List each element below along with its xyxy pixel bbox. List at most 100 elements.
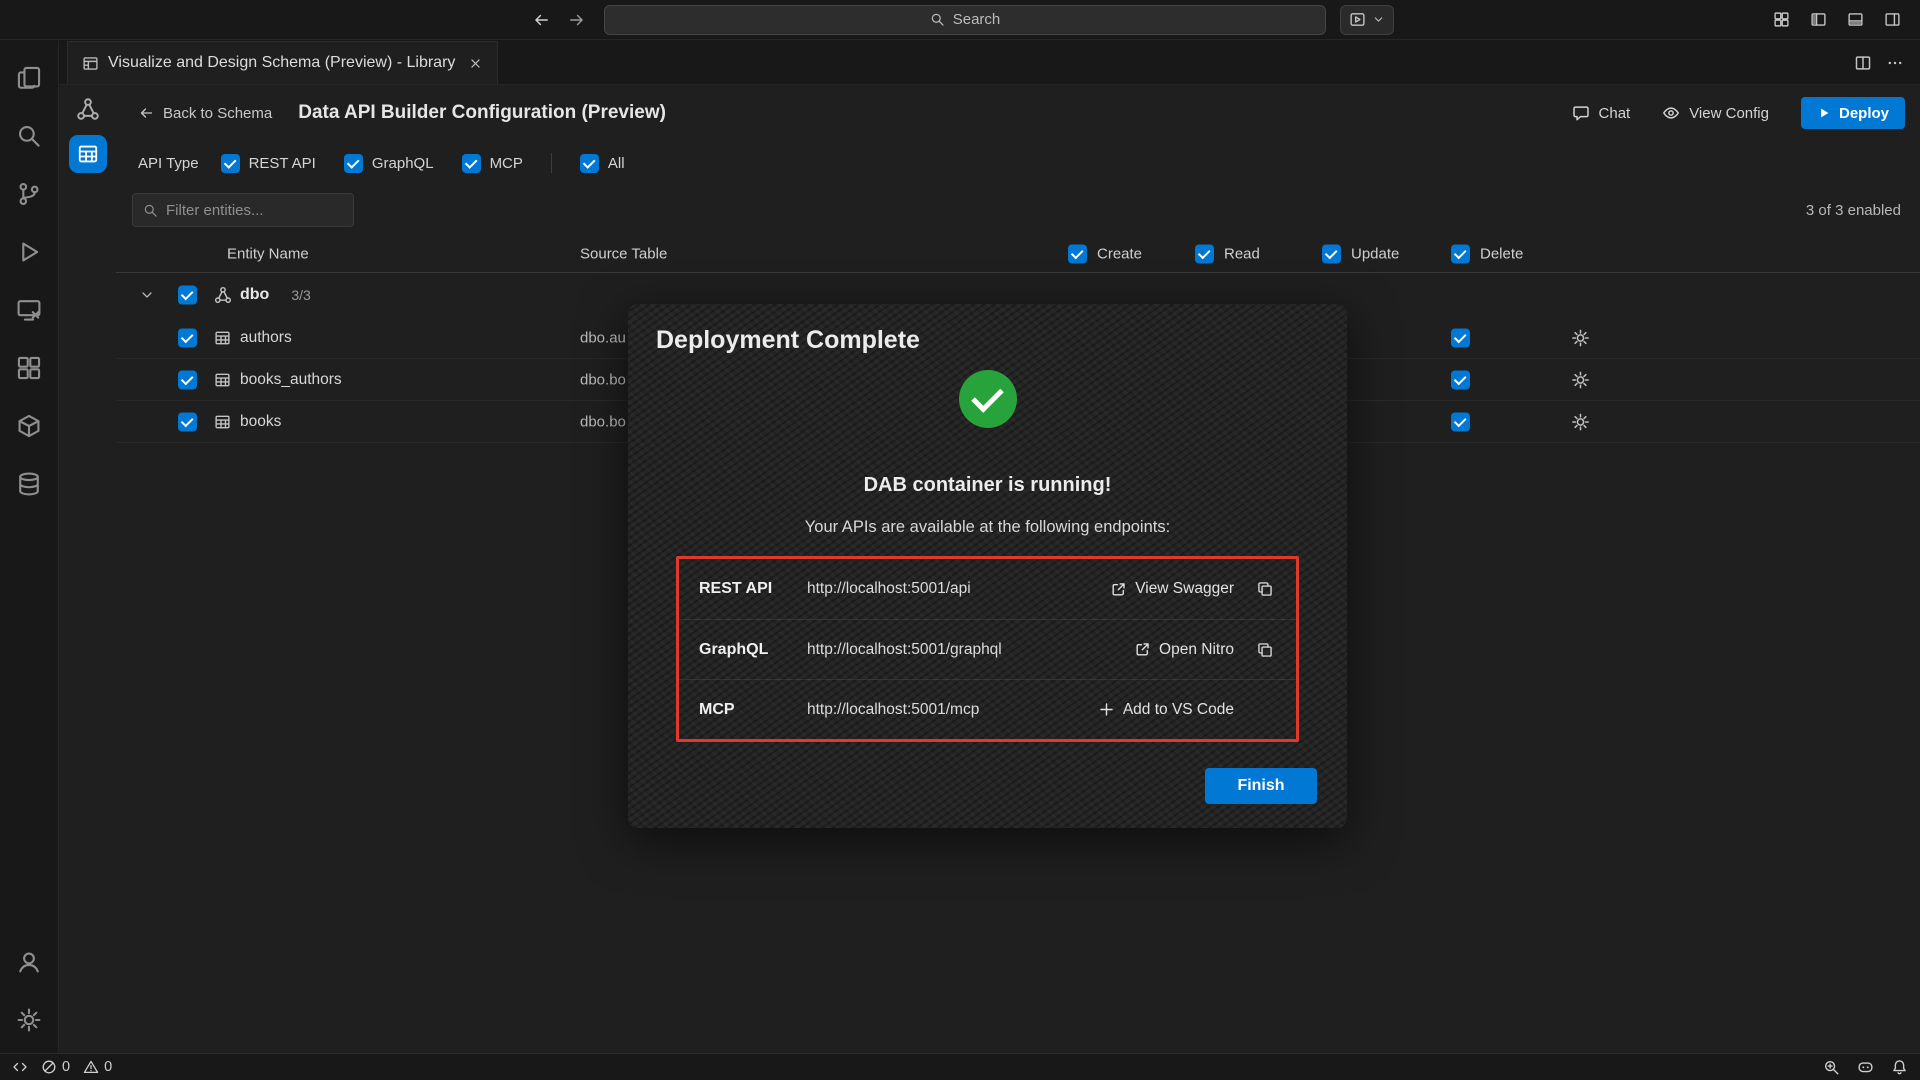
endpoint-row-rest: REST API http://localhost:5001/api View … [679,559,1296,619]
col-update: Update [1322,244,1399,263]
toggle-primary-sidebar-button[interactable] [1803,5,1833,35]
accounts-icon[interactable] [0,933,59,991]
settings-gear-icon[interactable] [0,991,59,1049]
command-center-search[interactable]: Search [604,5,1326,35]
endpoint-url: http://localhost:5001/api [807,580,1110,598]
run-debug-icon[interactable] [0,223,59,281]
api-builder-active-icon[interactable] [69,135,107,173]
database-icon[interactable] [0,455,59,513]
entity-filter-row: 3 of 3 enabled [116,185,1920,235]
dab-running-status: DAB container is running! [628,474,1347,497]
entity-name: authors [240,329,292,347]
tab-visualize-design-schema[interactable]: Visualize and Design Schema (Preview) - … [67,41,498,84]
all-checkbox[interactable] [580,154,599,173]
back-label: Back to Schema [163,105,272,122]
history-forward-button[interactable] [562,5,592,35]
row-checkbox[interactable] [178,412,197,431]
copilot-icon[interactable] [1857,1059,1874,1076]
tab-close-icon[interactable] [468,56,483,71]
schema-diagram-icon[interactable] [76,97,100,121]
filter-entities-input[interactable] [166,202,343,219]
update-column-checkbox[interactable] [1322,244,1341,263]
page-title: Data API Builder Configuration (Preview) [298,102,666,124]
more-actions-icon[interactable] [1886,54,1904,72]
customize-layout-button[interactable] [1766,5,1796,35]
copy-url-icon[interactable] [1256,580,1276,598]
notifications-bell-icon[interactable] [1891,1059,1908,1076]
rest-api-checkbox-item[interactable]: REST API [221,154,316,173]
split-editor-icon[interactable] [1854,54,1872,72]
add-to-vscode-button[interactable]: Add to VS Code [1098,701,1234,719]
zoom-icon[interactable] [1823,1059,1840,1076]
back-arrow-icon [138,105,154,121]
row-delete-checkbox[interactable] [1451,370,1470,389]
problems-warnings[interactable]: 0 [83,1059,112,1075]
explorer-icon[interactable] [0,49,59,107]
update-label: Update [1351,245,1399,262]
plus-icon [1098,701,1115,718]
enabled-count: 3 of 3 enabled [1806,202,1901,219]
view-swagger-button[interactable]: View Swagger [1110,580,1234,598]
error-icon [41,1059,57,1075]
row-checkbox[interactable] [178,370,197,389]
containers-icon[interactable] [0,397,59,455]
read-column-checkbox[interactable] [1195,244,1214,263]
open-nitro-button[interactable]: Open Nitro [1134,641,1234,659]
create-column-checkbox[interactable] [1068,244,1087,263]
graphql-checkbox[interactable] [344,154,363,173]
view-config-button[interactable]: View Config [1662,104,1769,122]
mcp-checkbox-item[interactable]: MCP [462,154,523,173]
entity-source: dbo.au [580,329,626,346]
graphql-label: GraphQL [372,155,434,172]
entity-table-header: Entity Name Source Table Create Read Upd… [116,235,1920,273]
row-delete-checkbox[interactable] [1451,328,1470,347]
schema-designer-tab-icon [82,55,99,72]
group-name: dbo [240,286,269,304]
success-check-icon [959,370,1017,428]
table-icon [214,371,231,388]
filter-search-icon [143,203,158,218]
dialog-title: Deployment Complete [656,326,920,355]
back-to-schema-link[interactable]: Back to Schema [138,105,272,122]
row-checkbox[interactable] [178,328,197,347]
table-icon [214,329,231,346]
filter-entities-box[interactable] [132,193,354,227]
delete-column-checkbox[interactable] [1451,244,1470,263]
search-view-icon[interactable] [0,107,59,165]
row-settings-gear-icon[interactable] [1571,412,1590,431]
rest-api-checkbox[interactable] [221,154,240,173]
finish-button[interactable]: Finish [1205,768,1317,804]
collapse-chevron-icon[interactable] [139,287,155,303]
group-checkbox[interactable] [178,286,197,305]
row-settings-gear-icon[interactable] [1571,370,1590,389]
external-link-icon [1110,581,1127,598]
tab-title: Visualize and Design Schema (Preview) - … [108,54,455,72]
problems-errors[interactable]: 0 [41,1059,70,1075]
mcp-label: MCP [490,155,523,172]
copy-url-icon[interactable] [1256,641,1276,659]
deploy-button[interactable]: Deploy [1801,97,1905,129]
chat-button[interactable]: Chat [1572,104,1631,122]
entity-name: books [240,413,281,431]
deployment-complete-dialog: Deployment Complete DAB container is run… [628,304,1347,828]
endpoint-row-mcp: MCP http://localhost:5001/mcp Add to VS … [679,679,1296,739]
graphql-checkbox-item[interactable]: GraphQL [344,154,434,173]
group-count: 3/3 [291,287,310,303]
remote-explorer-icon[interactable] [0,281,59,339]
row-settings-gear-icon[interactable] [1571,328,1590,347]
run-task-dropdown[interactable] [1340,5,1394,35]
toggle-panel-button[interactable] [1840,5,1870,35]
source-control-icon[interactable] [0,165,59,223]
schema-icon [214,286,232,304]
rest-api-label: REST API [249,155,316,172]
row-delete-checkbox[interactable] [1451,412,1470,431]
toggle-secondary-sidebar-button[interactable] [1877,5,1907,35]
all-label: All [608,155,625,172]
col-create: Create [1068,244,1142,263]
table-icon [214,413,231,430]
mcp-checkbox[interactable] [462,154,481,173]
all-checkbox-item[interactable]: All [580,154,625,173]
history-back-button[interactable] [526,5,556,35]
extensions-icon[interactable] [0,339,59,397]
remote-indicator[interactable] [12,1059,28,1075]
